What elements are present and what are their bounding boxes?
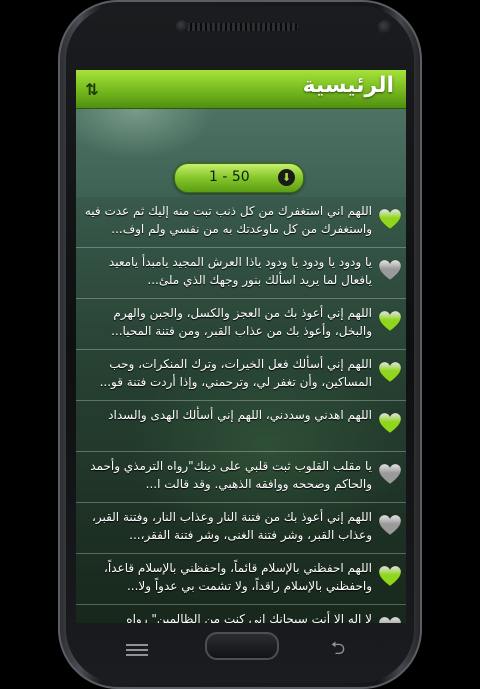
list-item[interactable]: اللهم اهدني وسددني، اللهم إني أسألك الهد… [76, 401, 406, 452]
heart-gray-icon[interactable] [378, 616, 402, 623]
list-item-text: اللهم إني أعوذ بك من فتنة النار وعذاب ال… [91, 510, 372, 542]
dua-list: اللهم اني استغفرك من كل ذنب تبت منه إليك… [76, 197, 406, 623]
sensor-icon [176, 20, 188, 32]
list-item[interactable]: يا مقلب القلوب ثبت قلبي على دينك"رواه ال… [76, 452, 406, 503]
sort-arrows-icon[interactable]: ⇅ [82, 79, 102, 101]
earpiece-speaker [182, 23, 298, 31]
heart-gray-icon[interactable] [378, 463, 402, 485]
list-item-text: يا ودود يا ودود يا ودود ياذا العرش المجي… [108, 255, 372, 287]
heart-gray-icon[interactable] [378, 259, 402, 281]
heart-green-icon[interactable] [378, 361, 402, 383]
list-item-text: يا مقلب القلوب ثبت قلبي على دينك"رواه ال… [90, 459, 372, 491]
list-item-text: اللهم اهدني وسددني، اللهم إني أسألك الهد… [108, 408, 372, 422]
list-item[interactable]: اللهم احفظني بالإسلام قائماً، واحفظني با… [76, 554, 406, 605]
list-item-text: اللهم اني استغفرك من كل ذنب تبت منه إليك… [84, 204, 372, 236]
front-camera-icon [378, 20, 392, 34]
list-item-text: اللهم إني أسألك فعل الخيرات، وترك المنكر… [99, 357, 372, 389]
list-item-text: لا إله إلا أنت سبحانك إني كنت من الظالمي… [126, 612, 372, 623]
heart-green-icon[interactable] [378, 565, 402, 587]
list-item-text: اللهم إني أعوذ بك من العجز والكسل، والجب… [111, 306, 372, 338]
action-bar: ⇅ الرئيسية [76, 70, 406, 109]
list-item[interactable]: يا ودود يا ودود يا ودود ياذا العرش المجي… [76, 248, 406, 299]
pagination-label: 1 - 50 [209, 169, 250, 185]
page-title: الرئيسية [302, 73, 394, 98]
heart-gray-icon[interactable] [378, 514, 402, 536]
menu-key-icon[interactable] [126, 644, 148, 658]
arrow-down-icon: ⬇ [278, 169, 295, 186]
back-key-icon[interactable]: ⮌ [326, 640, 350, 658]
list-item[interactable]: اللهم إني أعوذ بك من فتنة النار وعذاب ال… [76, 503, 406, 554]
heart-green-icon[interactable] [378, 412, 402, 434]
list-item-text: اللهم احفظني بالإسلام قائماً، واحفظني با… [104, 561, 372, 593]
app-screen: ⇅ الرئيسية 1 - 50 ⬇ اللهم اني استغفرك من… [76, 70, 406, 623]
list-item[interactable]: اللهم اني استغفرك من كل ذنب تبت منه إليك… [76, 197, 406, 248]
list-item[interactable]: اللهم إني أعوذ بك من العجز والكسل، والجب… [76, 299, 406, 350]
list-item[interactable]: لا إله إلا أنت سبحانك إني كنت من الظالمي… [76, 605, 406, 623]
list-item[interactable]: اللهم إني أسألك فعل الخيرات، وترك المنكر… [76, 350, 406, 401]
heart-green-icon[interactable] [378, 208, 402, 230]
pagination-button[interactable]: 1 - 50 ⬇ [174, 163, 304, 193]
home-button[interactable] [205, 632, 279, 660]
heart-green-icon[interactable] [378, 310, 402, 332]
